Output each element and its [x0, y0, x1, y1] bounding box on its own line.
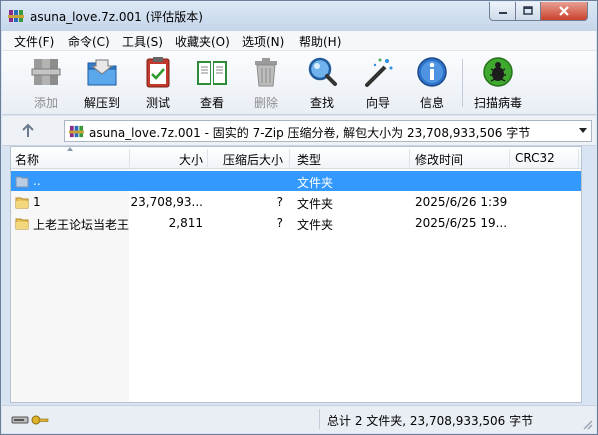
column-divider [578, 149, 579, 167]
menu-file[interactable]: 文件(F) [14, 33, 54, 50]
menu-command[interactable]: 命令(C) [68, 33, 110, 50]
status-separator [319, 409, 320, 429]
folder-icon [15, 218, 29, 230]
row-packed: ? [276, 216, 283, 230]
column-divider [509, 149, 510, 167]
maximize-icon [523, 6, 533, 15]
toolbar-separator [462, 59, 463, 107]
extract-to-label: 解压到 [83, 96, 120, 110]
status-summary: 总计 2 文件夹, 23,708,933,506 字节 [327, 414, 534, 428]
title-bar[interactable]: asuna_love.7z.001 (评估版本) [1, 1, 597, 31]
drive-key-icon[interactable] [11, 413, 51, 427]
row-packed: ? [276, 195, 283, 209]
row-type: 文件夹 [297, 176, 334, 190]
close-icon [559, 6, 569, 16]
menu-favorites[interactable]: 收藏夹(O) [175, 33, 230, 50]
row-size: 2,811 [168, 216, 203, 230]
maximize-button[interactable] [515, 2, 541, 21]
address-path: asuna_love.7z.001 - 固实的 7-Zip 压缩分卷, 解包大小… [89, 126, 531, 140]
column-divider [289, 149, 290, 167]
delete-label: 删除 [253, 96, 278, 110]
info-label: 信息 [419, 96, 444, 110]
test-label: 测试 [145, 96, 170, 110]
magic-wand-icon [365, 58, 393, 87]
trash-icon [255, 58, 277, 87]
table-row[interactable]: .. 文件夹 [11, 171, 581, 191]
clipboard-check-icon [146, 57, 170, 88]
address-bar: asuna_love.7z.001 - 固实的 7-Zip 压缩分卷, 解包大小… [2, 116, 596, 146]
folder-icon [15, 197, 29, 209]
file-list[interactable]: 名称 大小 压缩后大小 类型 修改时间 CRC32 .. 文件夹 1 23,70… [10, 146, 582, 403]
status-bar: 总计 2 文件夹, 23,708,933,506 字节 [2, 405, 596, 433]
address-field[interactable]: asuna_love.7z.001 - 固实的 7-Zip 压缩分卷, 解包大小… [64, 120, 592, 142]
close-button[interactable] [540, 2, 588, 21]
view-label: 查看 [199, 96, 224, 110]
winrar-app-icon [8, 10, 24, 22]
table-row[interactable]: 1 23,708,93... ? 文件夹 2025/6/26 1:39 [11, 192, 581, 212]
info-button[interactable]: 信息 [406, 55, 458, 111]
magnifier-icon [308, 57, 337, 86]
wizard-label: 向导 [365, 96, 390, 110]
window-title: asuna_love.7z.001 (评估版本) [30, 10, 203, 24]
column-divider [409, 149, 410, 167]
up-arrow-icon[interactable] [19, 122, 37, 140]
archive-icon [69, 125, 84, 138]
virus-scan-label: 扫描病毒 [473, 96, 522, 110]
menu-tools[interactable]: 工具(S) [122, 33, 163, 50]
column-name[interactable]: 名称 [15, 151, 39, 168]
winrar-window: asuna_love.7z.001 (评估版本) 文件(F) 命令(C) 工具(… [0, 0, 598, 435]
open-book-icon [197, 61, 227, 85]
books-icon [31, 59, 61, 85]
row-type: 文件夹 [297, 197, 334, 211]
menu-options[interactable]: 选项(N) [242, 33, 284, 50]
add-button[interactable]: 添加 [20, 55, 72, 111]
column-header: 名称 大小 压缩后大小 类型 修改时间 CRC32 [11, 147, 581, 169]
folder-extract-icon [87, 59, 117, 86]
view-button[interactable]: 查看 [186, 55, 238, 111]
virus-scan-button[interactable]: 扫描病毒 [470, 55, 526, 111]
table-row[interactable]: 上老王论坛当老王 2,811 ? 文件夹 2025/6/25 19... [11, 213, 581, 233]
row-name: .. [33, 174, 41, 188]
chevron-down-icon[interactable] [579, 128, 587, 133]
column-crc32[interactable]: CRC32 [515, 151, 555, 165]
row-size: 23,708,93... [130, 195, 203, 209]
resize-grip-icon[interactable] [581, 418, 593, 430]
test-button[interactable]: 测试 [132, 55, 184, 111]
info-icon [417, 57, 447, 87]
menu-bar: 文件(F) 命令(C) 工具(S) 收藏夹(O) 选项(N) 帮助(H) [2, 31, 596, 51]
extract-to-button[interactable]: 解压到 [76, 55, 128, 111]
minimize-button[interactable] [489, 2, 516, 21]
menu-help[interactable]: 帮助(H) [299, 33, 341, 50]
column-divider [207, 149, 208, 167]
find-button[interactable]: 查找 [296, 55, 348, 111]
bug-icon [483, 57, 513, 87]
column-size[interactable]: 大小 [179, 151, 203, 168]
column-packed[interactable]: 压缩后大小 [223, 151, 283, 168]
row-modified: 2025/6/25 19... [415, 216, 508, 230]
wizard-button[interactable]: 向导 [352, 55, 404, 111]
toolbar: 添加 解压到 测试 查看 删除 查找 向导 信息 扫描病毒 [2, 51, 596, 115]
row-modified: 2025/6/26 1:39 [415, 195, 508, 209]
row-name: 1 [33, 195, 41, 209]
add-label: 添加 [33, 96, 58, 110]
row-name: 上老王论坛当老王 [33, 218, 130, 232]
column-modified[interactable]: 修改时间 [415, 151, 463, 168]
column-divider [129, 149, 130, 167]
parent-folder-icon [15, 176, 29, 188]
delete-button[interactable]: 删除 [240, 55, 292, 111]
sort-ascending-icon [67, 147, 73, 151]
find-label: 查找 [309, 96, 334, 110]
row-type: 文件夹 [297, 218, 334, 232]
minimize-icon [498, 12, 507, 14]
column-type[interactable]: 类型 [297, 151, 321, 168]
